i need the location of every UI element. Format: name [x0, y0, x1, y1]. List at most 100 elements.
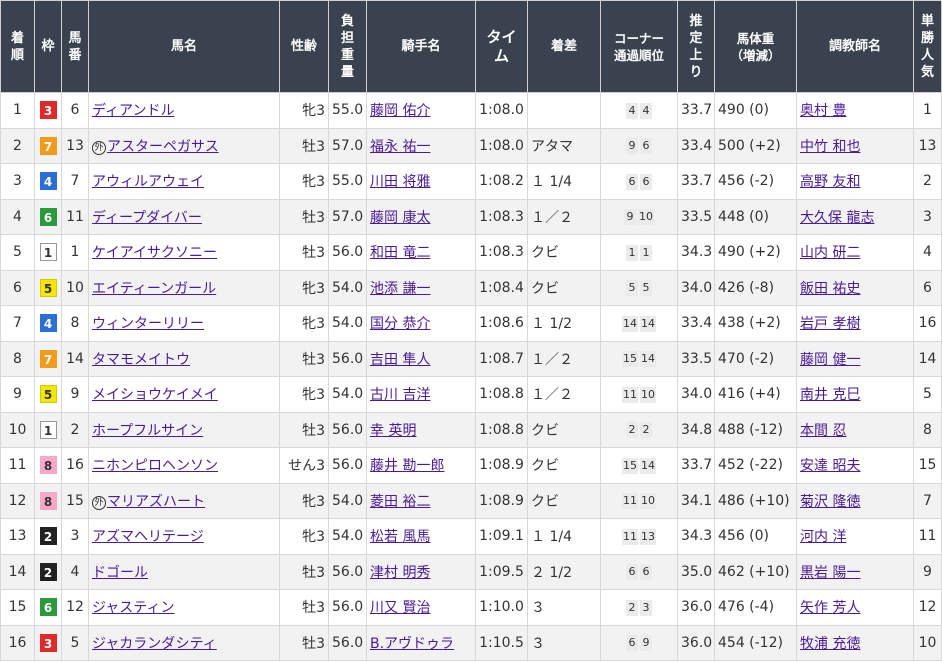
horse-name-link[interactable]: ニホンピロヘンソン	[92, 458, 218, 474]
trainer-link[interactable]: 河内 洋	[800, 529, 846, 545]
last-3f: 34.3	[681, 244, 713, 261]
sex-age: 牝3	[302, 493, 325, 510]
cell-bodyweight: 456 (-2)	[714, 163, 797, 200]
rank-value: 1	[13, 102, 22, 119]
trainer-link[interactable]: 高野 友和	[800, 174, 860, 190]
header-weight[interactable]: 負担重量	[328, 0, 367, 93]
jockey-link[interactable]: 吉田 隼人	[370, 352, 430, 368]
horse-name-link[interactable]: アスターペガサス	[107, 139, 219, 155]
jockey-link[interactable]: 池添 謙一	[370, 281, 430, 297]
trainer-link[interactable]: 矢作 芳人	[800, 600, 860, 616]
table-row: 7 4 8 ウィンターリリー 牝3 54.0 国分 恭介 1:08.6 １ 1/2 14 14 33.…	[0, 305, 942, 342]
cell-num: 11	[61, 198, 89, 235]
trainer-link[interactable]: 黒岩 陽一	[800, 565, 860, 581]
jockey-link[interactable]: 古川 吉洋	[370, 387, 430, 403]
cell-sexage: 牝3	[279, 376, 329, 413]
jockey-link[interactable]: 国分 恭介	[370, 316, 430, 332]
sex-age: 牝3	[302, 174, 325, 191]
table-row: 11 8 16 ニホンピロヘンソン せん3 56.0 藤井 勘一郎 1:08.9 クビ 15 14 3…	[0, 447, 942, 484]
jockey-link[interactable]: 川又 賢治	[370, 600, 430, 616]
header-last3f[interactable]: 推定上り	[677, 0, 715, 93]
jockey-link[interactable]: 菱田 裕二	[370, 494, 430, 510]
horse-name-link[interactable]: ディープダイバー	[92, 210, 202, 226]
header-time[interactable]: タイム	[475, 0, 528, 93]
jockey-link[interactable]: 松若 風馬	[370, 529, 430, 545]
cell-corner: 11 10	[600, 482, 678, 519]
horse-name-link[interactable]: ドゴール	[92, 565, 148, 581]
cell-pop: 4	[913, 234, 942, 271]
sex-age: 牡3	[302, 635, 325, 652]
header-trainer[interactable]: 調教師名	[796, 0, 914, 93]
jockey-link[interactable]: 和田 竜二	[370, 245, 430, 261]
horse-number: 6	[70, 102, 80, 119]
header-pop[interactable]: 単勝人気	[913, 0, 942, 93]
trainer-link[interactable]: 南井 克巳	[800, 387, 860, 403]
horse-name-link[interactable]: アズマヘリテージ	[92, 529, 204, 545]
trainer-link[interactable]: 岩戸 孝樹	[800, 316, 860, 332]
jockey-link[interactable]: B.アヴドゥラ	[370, 636, 454, 652]
header-num[interactable]: 馬番	[61, 0, 89, 93]
horse-name-link[interactable]: アウィルアウェイ	[92, 174, 204, 190]
trainer-link[interactable]: 中竹 和也	[800, 139, 860, 155]
cell-num: 5	[61, 624, 89, 661]
horse-name-link[interactable]: ジャスティン	[92, 600, 174, 616]
cell-rank: 9	[0, 376, 35, 413]
cell-weight: 54.0	[328, 376, 367, 413]
horse-name-link[interactable]: ケイアイサクソニー	[92, 245, 217, 261]
header-corner[interactable]: コーナー 通過順位	[600, 0, 678, 93]
jockey-link[interactable]: 福永 祐一	[370, 139, 430, 155]
header-jockey[interactable]: 騎手名	[366, 0, 476, 93]
cell-jockey: 古川 吉洋	[366, 376, 476, 413]
horse-name-link[interactable]: タマモメイトウ	[92, 352, 190, 368]
trainer-link[interactable]: 山内 研二	[800, 245, 860, 261]
jockey-link[interactable]: 藤岡 康太	[370, 210, 430, 226]
cell-bodyweight: 470 (-2)	[714, 340, 797, 377]
sex-age: 牝3	[302, 280, 325, 297]
last-3f: 33.4	[681, 315, 713, 332]
trainer-link[interactable]: 牧浦 充徳	[800, 636, 860, 652]
jockey-link[interactable]: 川田 将雅	[370, 174, 430, 190]
cell-margin: ３	[527, 589, 601, 626]
margin-value: ３	[531, 600, 545, 617]
header-horse[interactable]: 馬名	[88, 0, 280, 93]
cell-margin: １／２	[527, 340, 601, 377]
trainer-link[interactable]: 飯田 祐史	[800, 281, 860, 297]
header-sexage[interactable]: 性齢	[279, 0, 329, 93]
trainer-link[interactable]: 大久保 龍志	[800, 210, 874, 226]
horse-name-link[interactable]: マリアズハート	[107, 494, 205, 510]
rank-value: 14	[8, 563, 27, 580]
jockey-link[interactable]: 藤岡 佑介	[370, 103, 430, 119]
finish-time: 1:09.5	[479, 563, 524, 580]
trainer-link[interactable]: 本間 忍	[800, 423, 846, 439]
cell-weight: 54.0	[328, 305, 367, 342]
horse-name-link[interactable]: ディアンドル	[92, 103, 174, 119]
cell-frame: 6	[34, 198, 62, 235]
horse-name-link[interactable]: メイショウケイメイ	[92, 387, 218, 403]
table-row: 2 7 13 外アスターペガサス 牡3 57.0 福永 祐一 1:08.0 アタマ 9 6 33.4 5…	[0, 127, 942, 164]
table-row: 15 6 12 ジャスティン 牡3 56.0 川又 賢治 1:10.0 ３ 2 3 36.0 476 (…	[0, 589, 942, 626]
trainer-link[interactable]: 藤岡 健一	[800, 352, 860, 368]
horse-name-link[interactable]: ウィンターリリー	[92, 316, 204, 332]
trainer-link[interactable]: 安達 昭夫	[800, 458, 860, 474]
header-bodyweight[interactable]: 馬体重 （増減）	[714, 0, 797, 93]
sex-age: 牝3	[302, 316, 325, 333]
cell-num: 7	[61, 163, 89, 200]
header-rank[interactable]: 着順	[0, 0, 35, 93]
cell-time: 1:08.0	[475, 127, 528, 164]
jockey-link[interactable]: 藤井 勘一郎	[370, 458, 444, 474]
jockey-link[interactable]: 幸 英明	[370, 423, 416, 439]
popularity: 14	[918, 350, 937, 367]
cell-jockey: 福永 祐一	[366, 127, 476, 164]
cell-jockey: 藤岡 佑介	[366, 92, 476, 129]
horse-name-link[interactable]: エイティーンガール	[92, 281, 216, 297]
trainer-link[interactable]: 奥村 豊	[800, 103, 846, 119]
corner-1: 4	[626, 102, 638, 119]
horse-name-link[interactable]: ホープフルサイン	[92, 423, 203, 439]
horse-name-link[interactable]: ジャカランダシティ	[92, 636, 217, 652]
cell-trainer: 大久保 龍志	[796, 198, 914, 235]
trainer-link[interactable]: 菊沢 隆徳	[800, 494, 860, 510]
header-frame[interactable]: 枠	[34, 0, 62, 93]
header-margin[interactable]: 着差	[527, 0, 601, 93]
sex-age: 牡3	[302, 351, 325, 368]
jockey-link[interactable]: 津村 明秀	[370, 565, 430, 581]
